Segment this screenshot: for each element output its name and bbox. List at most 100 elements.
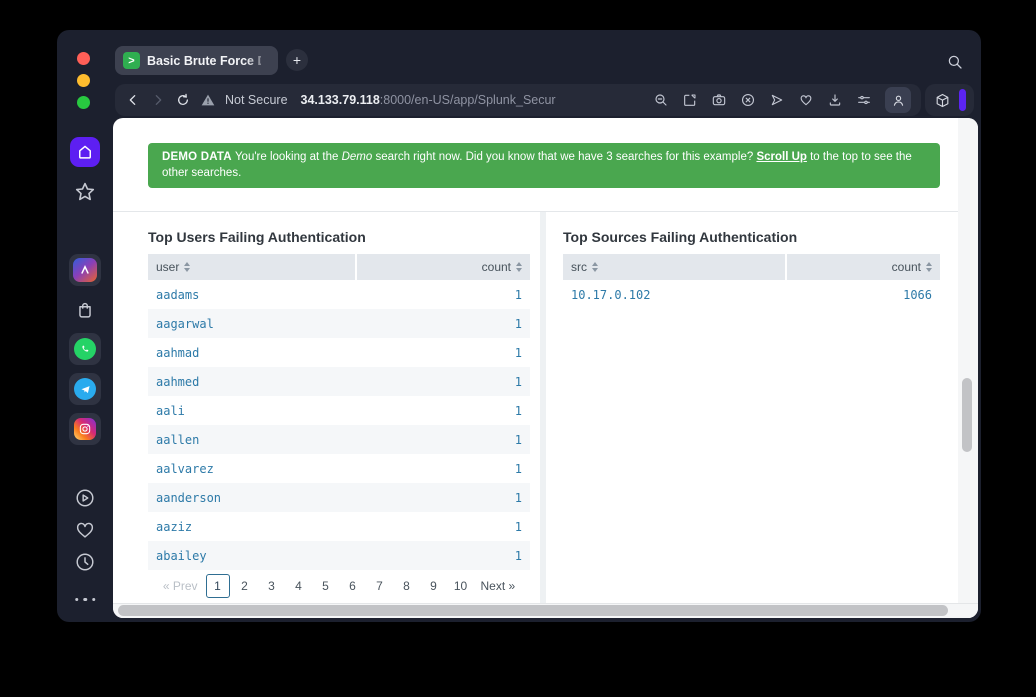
cell-user[interactable]: aanderson [156, 491, 515, 505]
pagination-page-6[interactable]: 6 [341, 574, 365, 598]
pagination-page-10[interactable]: 10 [449, 574, 473, 598]
cell-user[interactable]: aalvarez [156, 462, 515, 476]
column-header-src[interactable]: src [563, 254, 785, 280]
sidebar-item-arc-app[interactable] [69, 254, 101, 286]
cell-count[interactable]: 1 [515, 317, 522, 331]
table-row: aallen 1 [148, 425, 530, 454]
url-text: 34.133.79.118:8000/en-US/app/Splunk_Secu… [301, 93, 556, 107]
profile-button[interactable] [885, 87, 911, 113]
banner-label: DEMO DATA [162, 151, 232, 163]
cell-count[interactable]: 1 [515, 549, 522, 563]
cell-user[interactable]: aahmed [156, 375, 515, 389]
favorite-button[interactable] [798, 92, 814, 108]
users-table: user count aadams 1 aagarwal 1 aahmad 1 aahmed 1… [148, 254, 530, 570]
camera-button[interactable] [711, 92, 727, 108]
close-window-button[interactable] [77, 52, 90, 65]
sidebar-item-media[interactable] [74, 487, 96, 509]
cell-user[interactable]: aadams [156, 288, 515, 302]
column-header-count[interactable]: count [357, 254, 530, 280]
pagination-prev[interactable]: « Prev [158, 574, 203, 598]
back-button[interactable] [125, 92, 141, 108]
pagination-page-3[interactable]: 3 [260, 574, 284, 598]
pagination-page-1[interactable]: 1 [205, 574, 230, 598]
table-body: 10.17.0.102 1066 [563, 280, 940, 309]
find-in-page-button[interactable] [653, 92, 669, 108]
cell-user[interactable]: aaziz [156, 520, 515, 534]
new-tab-button[interactable]: + [286, 49, 308, 71]
url-path: :8000/en-US/app/Splunk_Secur [379, 93, 556, 107]
table-row: aadams 1 [148, 280, 530, 309]
banner-text: search right now. Did you know that we h… [372, 151, 757, 163]
cell-count[interactable]: 1 [515, 491, 522, 505]
table-row: aahmad 1 [148, 338, 530, 367]
browser-sidebar [57, 30, 113, 622]
column-header-user[interactable]: user [148, 254, 355, 280]
sort-icon [926, 262, 932, 272]
star-icon [73, 180, 97, 204]
sidebar-item-whatsapp[interactable] [69, 333, 101, 365]
reload-button[interactable] [175, 92, 191, 108]
cell-count[interactable]: 1 [515, 433, 522, 447]
horizontal-scrollbar-thumb[interactable] [118, 605, 948, 616]
cell-count[interactable]: 1 [515, 288, 522, 302]
cell-count[interactable]: 1 [515, 346, 522, 360]
column-label: src [571, 260, 587, 274]
cell-count[interactable]: 1066 [903, 288, 932, 302]
pagination-page-5[interactable]: 5 [314, 574, 338, 598]
pagination-page-2[interactable]: 2 [233, 574, 257, 598]
download-button[interactable] [827, 92, 843, 108]
vertical-scrollbar-thumb[interactable] [962, 378, 972, 452]
table-header: user count [148, 254, 530, 280]
sidebar-item-favorites-heart[interactable] [74, 519, 96, 541]
pagination-page-9[interactable]: 9 [422, 574, 446, 598]
splunk-favicon-icon: > [123, 52, 140, 69]
column-header-count[interactable]: count [787, 254, 940, 280]
clock-icon [74, 551, 96, 573]
edit-button[interactable] [682, 92, 698, 108]
table-header: src count [563, 254, 940, 280]
sidebar-item-instagram[interactable] [69, 413, 101, 445]
boost-group[interactable] [925, 84, 974, 116]
banner-text: You're looking at the [234, 151, 342, 163]
pagination-page-4[interactable]: 4 [287, 574, 311, 598]
cell-count[interactable]: 1 [515, 375, 522, 389]
pagination-next[interactable]: Next » [476, 574, 521, 598]
cell-count[interactable]: 1 [515, 520, 522, 534]
scroll-up-link[interactable]: Scroll Up [756, 151, 806, 163]
sidebar-item-history[interactable] [74, 551, 96, 573]
address-bar[interactable]: Not Secure 34.133.79.118:8000/en-US/app/… [115, 84, 921, 116]
ellipsis-icon [72, 588, 98, 606]
whatsapp-icon [69, 333, 101, 365]
zoom-window-button[interactable] [77, 96, 90, 109]
column-label: user [156, 260, 180, 274]
shopping-bag-icon [74, 299, 96, 321]
cell-user[interactable]: aahmad [156, 346, 515, 360]
sources-table: src count 10.17.0.102 1066 [563, 254, 940, 309]
cell-src[interactable]: 10.17.0.102 [571, 288, 903, 302]
forward-button[interactable] [150, 92, 166, 108]
cell-user[interactable]: aallen [156, 433, 515, 447]
cell-user[interactable]: abailey [156, 549, 515, 563]
minimize-window-button[interactable] [77, 74, 90, 87]
sidebar-more-button[interactable] [72, 588, 98, 606]
sort-icon [516, 262, 522, 272]
cell-user[interactable]: aagarwal [156, 317, 515, 331]
table-row: aaziz 1 [148, 512, 530, 541]
panel-title-sources: Top Sources Failing Authentication [563, 229, 798, 245]
shield-block-button[interactable] [740, 92, 756, 108]
search-button[interactable] [946, 53, 964, 71]
sidebar-item-favorites[interactable] [73, 180, 97, 204]
extensions-sliders-button[interactable] [856, 92, 872, 108]
send-button[interactable] [769, 92, 785, 108]
pagination-page-7[interactable]: 7 [368, 574, 392, 598]
sidebar-item-telegram[interactable] [69, 373, 101, 405]
vertical-scrollbar-track[interactable] [958, 118, 978, 618]
web-page: DEMO DATA You're looking at the Demo sea… [113, 118, 978, 618]
browser-tab[interactable]: > Basic Brute Force Detec [115, 46, 278, 75]
cell-count[interactable]: 1 [515, 404, 522, 418]
sidebar-item-store[interactable] [74, 299, 96, 321]
sidebar-item-home[interactable] [70, 137, 100, 167]
pagination-page-8[interactable]: 8 [395, 574, 419, 598]
cell-count[interactable]: 1 [515, 462, 522, 476]
cell-user[interactable]: aali [156, 404, 515, 418]
